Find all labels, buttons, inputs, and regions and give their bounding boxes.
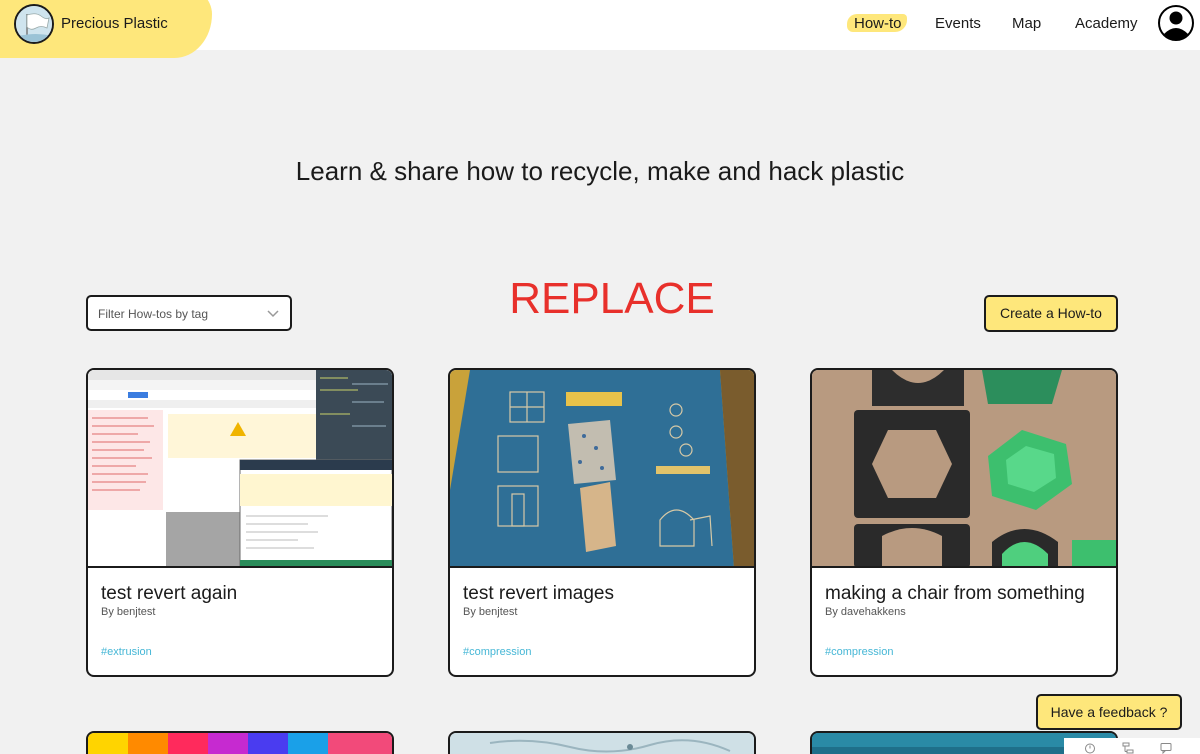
nav-item-academy[interactable]: Academy (1075, 15, 1138, 32)
timer-icon[interactable] (1084, 741, 1096, 754)
card-author: By davehakkens (825, 606, 906, 618)
card-image (88, 370, 392, 568)
how-to-card[interactable]: making a chair from something By davehak… (810, 368, 1118, 677)
flag-logo-icon[interactable] (14, 4, 54, 44)
tree-icon[interactable] (1122, 741, 1134, 754)
how-to-card[interactable] (86, 731, 394, 754)
how-to-card[interactable] (448, 731, 756, 754)
nav-item-events[interactable]: Events (935, 15, 981, 32)
page-title: Learn & share how to recycle, make and h… (295, 156, 905, 186)
card-tag[interactable]: #compression (825, 646, 893, 658)
how-to-card[interactable]: test revert images By benjtest #compress… (448, 368, 756, 677)
how-to-card[interactable]: test revert again By benjtest #extrusion (86, 368, 394, 677)
card-tag[interactable]: #compression (463, 646, 531, 658)
feedback-button[interactable]: Have a feedback ? (1036, 694, 1182, 730)
create-how-to-button[interactable]: Create a How-to (984, 295, 1118, 332)
card-title[interactable]: test revert again (101, 583, 237, 605)
comment-icon[interactable] (1160, 741, 1172, 754)
top-header: Precious Plastic How-to Events Map Acade… (0, 0, 1200, 58)
bottom-toolbar (1064, 738, 1200, 754)
nav-item-map[interactable]: Map (1012, 15, 1041, 32)
card-image (450, 370, 754, 568)
user-avatar-icon[interactable] (1158, 5, 1194, 41)
brand-name[interactable]: Precious Plastic (61, 15, 168, 32)
nav-item-how-to[interactable]: How-to (854, 15, 902, 32)
card-tag[interactable]: #extrusion (101, 646, 152, 658)
card-image (812, 370, 1116, 568)
card-author: By benjtest (463, 606, 518, 618)
card-title[interactable]: test revert images (463, 583, 614, 605)
card-title[interactable]: making a chair from something (825, 583, 1085, 605)
card-author: By benjtest (101, 606, 156, 618)
